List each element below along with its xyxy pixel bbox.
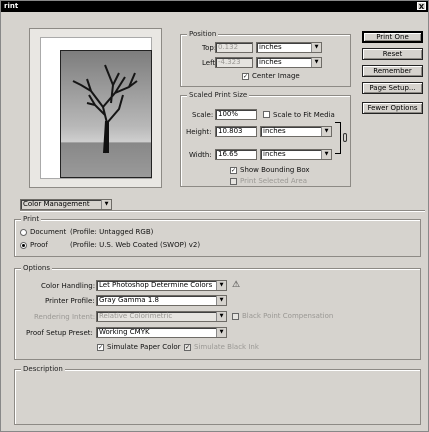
printer-profile-label: Printer Profile: [45, 297, 95, 305]
show-bounding-box-label: Show Bounding Box [240, 166, 310, 174]
preview-image [60, 50, 152, 178]
document-label: Document [30, 228, 67, 236]
height-unit-value: inches [263, 127, 286, 135]
color-management-value: Color Management [23, 200, 90, 208]
print-group: Print [14, 215, 421, 257]
proof-label: Proof [30, 241, 48, 249]
close-button[interactable]: X [417, 2, 426, 11]
black-point-label: Black Point Compensation [242, 312, 334, 320]
preview-page [40, 37, 152, 179]
printer-profile-select[interactable]: Gray Gamma 1.8 ▼ [96, 295, 227, 306]
scale-field[interactable]: 100% [215, 109, 257, 120]
height-label: Height: [186, 128, 212, 136]
description-group: Description [14, 365, 421, 425]
color-handling-value: Let Photoshop Determine Colors [99, 281, 213, 289]
rendering-intent-value: Relative Colorimetric [99, 312, 173, 320]
scale-to-fit-label: Scale to Fit Media [273, 111, 335, 119]
print-preview [29, 28, 162, 188]
options-legend: Options [21, 264, 53, 272]
document-profile: (Profile: Untagged RGB) [70, 228, 154, 236]
section-divider [20, 210, 425, 212]
proof-setup-label: Proof Setup Preset: [26, 329, 93, 337]
height-unit-select[interactable]: inches ▼ [260, 126, 332, 137]
reset-button[interactable]: Reset [362, 48, 423, 60]
proof-radio[interactable] [20, 242, 27, 249]
left-field[interactable]: -4.323 [215, 57, 253, 68]
show-bounding-box-checkbox[interactable]: ✓ [230, 167, 237, 174]
description-legend: Description [21, 365, 65, 373]
position-legend: Position [187, 30, 219, 38]
simulate-ink-label: Simulate Black Ink [194, 343, 259, 351]
top-field[interactable]: 0.132 [215, 42, 253, 53]
rendering-intent-label: Rendering Intent: [34, 313, 96, 321]
color-handling-select[interactable]: Let Photoshop Determine Colors ▼ [96, 280, 227, 291]
window-title: rint [4, 2, 19, 10]
simulate-paper-label: Simulate Paper Color [107, 343, 181, 351]
page-setup-button[interactable]: Page Setup... [362, 82, 423, 94]
chevron-down-icon: ▼ [321, 127, 331, 136]
proof-setup-select[interactable]: Working CMYK ▼ [96, 327, 227, 338]
link-icon [343, 133, 347, 142]
constrain-bracket [335, 122, 341, 154]
top-unit-value: inches [259, 43, 282, 51]
proof-profile: (Profile: U.S. Web Coated (SWOP) v2) [70, 241, 201, 249]
left-unit-select[interactable]: inches ▼ [256, 57, 322, 68]
title-bar: rint X [1, 1, 428, 12]
black-point-checkbox[interactable] [232, 313, 239, 320]
center-image-checkbox[interactable]: ✓ [242, 73, 249, 80]
proof-setup-value: Working CMYK [99, 328, 150, 336]
print-legend: Print [21, 215, 42, 223]
printer-profile-value: Gray Gamma 1.8 [99, 296, 159, 304]
scale-label: Scale: [192, 111, 214, 119]
color-handling-label: Color Handling: [41, 282, 96, 290]
chevron-down-icon: ▼ [311, 43, 321, 52]
width-field[interactable]: 16.65 [215, 149, 257, 160]
simulate-ink-checkbox[interactable]: ✓ [184, 344, 191, 351]
color-management-select[interactable]: Color Management ▼ [20, 199, 112, 210]
print-selected-area-label: Print Selected Area [240, 177, 308, 185]
print-dialog: rint X Position Top: 0.132 inches ▼ Left:… [0, 0, 429, 432]
scaled-legend: Scaled Print Size [187, 91, 250, 99]
print-selected-area-checkbox[interactable] [230, 178, 237, 185]
width-unit-select[interactable]: inches ▼ [260, 149, 332, 160]
chevron-down-icon: ▼ [101, 200, 111, 209]
chevron-down-icon: ▼ [216, 312, 226, 321]
chevron-down-icon: ▼ [321, 150, 331, 159]
scale-to-fit-checkbox[interactable] [263, 111, 270, 118]
width-label: Width: [189, 151, 212, 159]
height-field[interactable]: 10.803 [215, 126, 257, 137]
center-image-label: Center Image [252, 72, 300, 80]
left-unit-value: inches [259, 58, 282, 66]
chevron-down-icon: ▼ [216, 328, 226, 337]
simulate-paper-checkbox[interactable]: ✓ [97, 344, 104, 351]
fewer-options-button[interactable]: Fewer Options [362, 102, 423, 114]
chevron-down-icon: ▼ [216, 281, 226, 290]
top-unit-select[interactable]: inches ▼ [256, 42, 322, 53]
rendering-intent-select[interactable]: Relative Colorimetric ▼ [96, 311, 227, 322]
remember-button[interactable]: Remember [362, 65, 423, 77]
chevron-down-icon: ▼ [311, 58, 321, 67]
warning-icon: ⚠ [232, 280, 241, 290]
chevron-down-icon: ▼ [216, 296, 226, 305]
print-one-button[interactable]: Print One [362, 31, 423, 43]
tree-image [72, 64, 138, 154]
width-unit-value: inches [263, 150, 286, 158]
document-radio[interactable] [20, 229, 27, 236]
